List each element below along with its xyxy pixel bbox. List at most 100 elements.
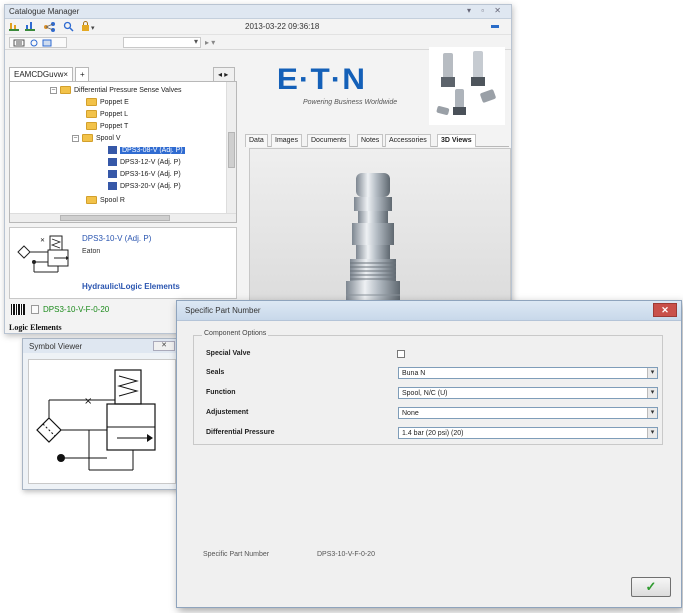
tab-eamcdguvw[interactable]: EAMCDGuvw × <box>9 67 73 81</box>
dropdown-arrow-icon[interactable]: ▾ <box>647 428 657 438</box>
tree-node[interactable]: DPS3-12-V (Adj. P) <box>108 158 181 168</box>
catalogue-manager-window: Catalogue Manager ▾ ▫ ✕ ▾ 2013-03-22 09:… <box>4 4 512 334</box>
tab-close-icon[interactable]: × <box>63 70 68 79</box>
manufacturer: Eaton <box>82 248 101 255</box>
function-select[interactable]: Spool, N/C (U) ▾ <box>398 387 658 399</box>
symbol-viewer-title: Symbol Viewer <box>29 342 83 351</box>
expander-icon[interactable]: – <box>50 86 57 94</box>
folder-icon <box>86 110 97 119</box>
part-icon <box>108 158 117 167</box>
adjustement-select[interactable]: None ▾ <box>398 407 658 419</box>
differential-pressure-label: Differential Pressure <box>206 429 275 436</box>
folder-icon <box>82 134 93 143</box>
part-code[interactable]: DPS3-10-V-F-0-20 <box>43 305 109 314</box>
brand-logo-text: E·T·N <box>276 63 367 96</box>
symbol-viewer-titlebar: Symbol Viewer ✕ <box>23 339 181 353</box>
brand-logo: E·T·N <box>277 63 366 97</box>
symbol-viewer-window: Symbol Viewer ✕ × <box>22 338 182 490</box>
folder-icon <box>86 98 97 107</box>
tree-node[interactable]: – Spool V <box>72 134 121 144</box>
tab-notes[interactable]: Notes <box>357 134 384 147</box>
part-name[interactable]: DPS3-10-V (Adj. P) <box>82 234 151 243</box>
tree-node-label: DPS3-20-V (Adj. P) <box>120 183 181 190</box>
dropdown-arrow-icon[interactable]: ▾ <box>647 408 657 418</box>
folder-icon <box>86 196 97 205</box>
minimize-icon[interactable] <box>491 25 499 28</box>
view-toggle-group[interactable] <box>9 37 67 48</box>
scrollbar-thumb[interactable] <box>60 215 170 221</box>
svg-text:▾: ▾ <box>91 24 95 32</box>
tree-node[interactable]: DPS3-20-V (Adj. P) <box>108 182 181 192</box>
tree-node[interactable]: Spool R <box>86 196 125 206</box>
tab-images[interactable]: Images <box>271 134 302 147</box>
tree-horizontal-scrollbar[interactable] <box>10 213 236 222</box>
catalogue-manager-titlebar: Catalogue Manager ▾ ▫ ✕ <box>5 5 511 19</box>
tree-node[interactable]: Poppet L <box>86 110 128 120</box>
tab-data[interactable]: Data <box>245 134 268 147</box>
timestamp: 2013-03-22 09:36:18 <box>245 22 320 31</box>
detail-tabs: Data Images Documents Notes Accessories … <box>245 133 509 147</box>
seals-select[interactable]: Buna N ▾ <box>398 367 658 379</box>
function-label: Function <box>206 389 236 396</box>
tree-vertical-scrollbar[interactable] <box>226 82 236 222</box>
tab-documents[interactable]: Documents <box>307 134 351 147</box>
tree-node-label: Poppet E <box>100 99 129 106</box>
svg-text:×: × <box>84 396 92 407</box>
symbol-thumbnail: ✕ <box>14 232 76 276</box>
lock-icon[interactable]: ▾ <box>81 21 95 32</box>
tree-node-label: Poppet L <box>100 111 129 118</box>
tree-node[interactable]: – Differential Pressure Sense Valves <box>50 86 182 96</box>
brand-tagline: Powering Business Worldwide <box>303 99 398 106</box>
tree-node-label: DPS3-08-V (Adj. P) <box>120 147 185 154</box>
adjustement-label: Adjustement <box>206 409 249 416</box>
folder-icon <box>86 122 97 131</box>
ok-button[interactable]: ✓ <box>631 577 671 597</box>
chart-alt-icon[interactable] <box>25 22 35 31</box>
main-toolbar: ▾ 2013-03-22 09:36:18 <box>5 19 511 35</box>
chart-icon[interactable] <box>9 22 19 31</box>
close-button[interactable]: ✕ <box>153 341 175 351</box>
catalogue-tree: – Differential Pressure Sense Valves Popp… <box>9 81 237 223</box>
tree-node-label: Poppet T <box>100 123 129 130</box>
filter-combo[interactable] <box>123 37 201 48</box>
dropdown-arrow-icon[interactable]: ▾ <box>647 388 657 398</box>
symbol-canvas: × <box>28 359 176 484</box>
code-box-icon <box>31 305 39 314</box>
specific-part-number-dialog: Specific Part Number ✕ Component Options… <box>176 300 682 608</box>
tree-node-selected[interactable]: DPS3-08-V (Adj. P) <box>108 146 185 156</box>
seals-value: Buna N <box>402 370 426 377</box>
adjustement-value: None <box>402 410 419 417</box>
tab-3d-views[interactable]: 3D Views <box>437 134 476 147</box>
window-controls[interactable]: ▾ ▫ ✕ <box>467 6 505 15</box>
barcode-icon[interactable] <box>11 304 25 315</box>
part-icon <box>108 170 117 179</box>
dropdown-arrow-icon[interactable]: ▾ <box>647 368 657 378</box>
differential-pressure-value: 1.4 bar (20 psi) (20) <box>402 430 464 437</box>
search-icon[interactable] <box>63 21 74 32</box>
tab-add-button[interactable]: + <box>75 67 89 81</box>
tree-node[interactable]: Poppet T <box>86 122 128 132</box>
product-thumbnail[interactable] <box>429 47 505 125</box>
tree-node-label: DPS3-12-V (Adj. P) <box>120 159 181 166</box>
tab-nav-arrows[interactable]: ◂ ▸ <box>213 67 235 81</box>
part-icon <box>108 146 117 155</box>
seals-label: Seals <box>206 369 225 376</box>
dialog-titlebar: Specific Part Number ✕ <box>177 301 681 321</box>
differential-pressure-select[interactable]: 1.4 bar (20 psi) (20) ▾ <box>398 427 658 439</box>
tree-node[interactable]: Poppet E <box>86 98 129 108</box>
expander-icon[interactable]: – <box>72 134 79 142</box>
forward-arrow-icon[interactable]: ▸ ▾ <box>205 38 215 47</box>
group-label: Component Options <box>202 330 269 337</box>
specific-part-number-label: Specific Part Number <box>203 551 270 558</box>
tab-accessories[interactable]: Accessories <box>385 134 431 147</box>
part-icon <box>108 182 117 191</box>
tree-node-label: Differential Pressure Sense Valves <box>74 87 182 94</box>
dialog-close-button[interactable]: ✕ <box>653 303 677 317</box>
tree-node[interactable]: DPS3-16-V (Adj. P) <box>108 170 181 180</box>
scrollbar-thumb[interactable] <box>228 132 235 168</box>
checkmark-icon: ✓ <box>645 579 657 594</box>
special-valve-checkbox[interactable] <box>397 350 405 358</box>
share-icon[interactable] <box>43 22 55 32</box>
svg-text:✕: ✕ <box>40 237 45 244</box>
category-path[interactable]: Hydraulic\Logic Elements <box>82 282 180 291</box>
